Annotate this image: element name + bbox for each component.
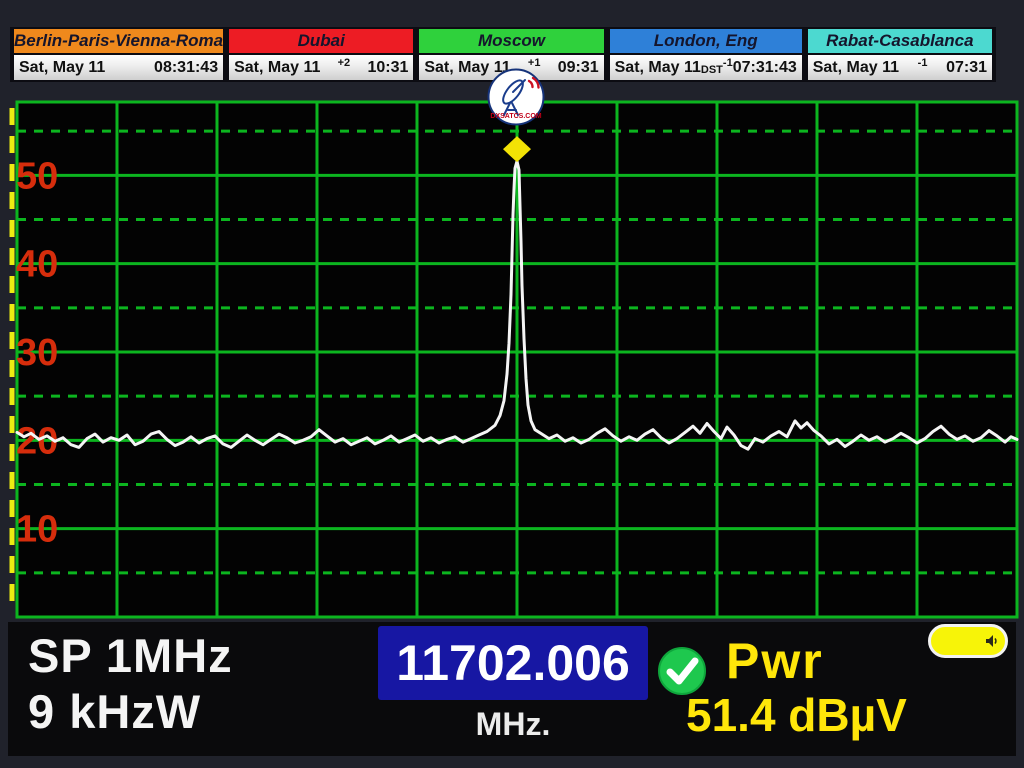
city-time-row: Sat, May 11 -1 07:31 [806, 53, 994, 82]
bandwidth-setting: 9 kHzW [28, 684, 201, 739]
span-setting: SP 1MHz [28, 628, 233, 683]
clock-cell-dubai: Dubai Sat, May 11 +2 10:31 [227, 27, 417, 82]
offset-label: DST [701, 64, 723, 76]
date-label: Sat, May 11 [615, 59, 701, 77]
frequency-unit: MHz. [378, 706, 648, 743]
clock-cell-london: London, Eng Sat, May 11 DST-1 07:31:43 [608, 27, 806, 82]
clock-cell-berlin: Berlin-Paris-Vienna-Roma Sat, May 11 08:… [10, 27, 227, 82]
time-label: 07:31 [946, 59, 987, 77]
control-panel: SP 1MHz 9 kHzW 11702.006 MHz. Pwr 51.4 d… [8, 622, 1016, 756]
audio-mute-toggle[interactable] [928, 624, 1008, 658]
y-axis-tick-label: 10 [16, 509, 58, 551]
city-time-row: Sat, May 11 +2 10:31 [227, 53, 415, 82]
city-header: Dubai [227, 27, 415, 53]
y-axis-tick-label: 20 [16, 420, 58, 462]
city-time-row: Sat, May 11 DST-1 07:31:43 [608, 53, 804, 82]
spectrum-plot: 50 40 30 20 10 [0, 90, 1024, 622]
city-header: London, Eng [608, 27, 804, 53]
dxsatcs-logo: DXSATCS.COM [487, 68, 545, 126]
date-label: Sat, May 11 [19, 59, 105, 77]
spectrum-analyzer-screen: Berlin-Paris-Vienna-Roma Sat, May 11 08:… [0, 0, 1024, 768]
date-label: Sat, May 11 [813, 59, 899, 77]
time-label: 08:31:43 [154, 59, 218, 77]
clock-cell-rabat: Rabat-Casablanca Sat, May 11 -1 07:31 [806, 27, 996, 82]
spectrum-chart: 50 40 30 20 10 [0, 90, 1024, 622]
satellite-dish-icon: DXSATCS.COM [487, 68, 545, 126]
y-axis-tick-label: 50 [16, 155, 58, 197]
svg-text:DXSATCS.COM: DXSATCS.COM [490, 113, 541, 120]
utc-offset: +2 [338, 57, 351, 69]
city-header: Rabat-Casablanca [806, 27, 994, 53]
date-label: Sat, May 11 [234, 59, 320, 77]
city-header: Moscow [417, 27, 605, 53]
city-time-row: Sat, May 11 08:31:43 [12, 53, 225, 82]
power-label: Pwr [726, 632, 824, 690]
power-value: 51.4 dBµV [686, 688, 907, 742]
time-label: 09:31 [558, 59, 599, 77]
y-axis-tick-label: 40 [16, 244, 58, 286]
time-label: 07:31:43 [733, 59, 797, 77]
city-header: Berlin-Paris-Vienna-Roma [12, 27, 225, 53]
y-axis-tick-label: 30 [16, 332, 58, 374]
utc-offset: -1 [918, 57, 928, 69]
frequency-display[interactable]: 11702.006 [378, 626, 648, 700]
utc-offset: -1 [723, 57, 733, 69]
speaker-icon [981, 629, 1003, 653]
time-label: 10:31 [367, 59, 408, 77]
